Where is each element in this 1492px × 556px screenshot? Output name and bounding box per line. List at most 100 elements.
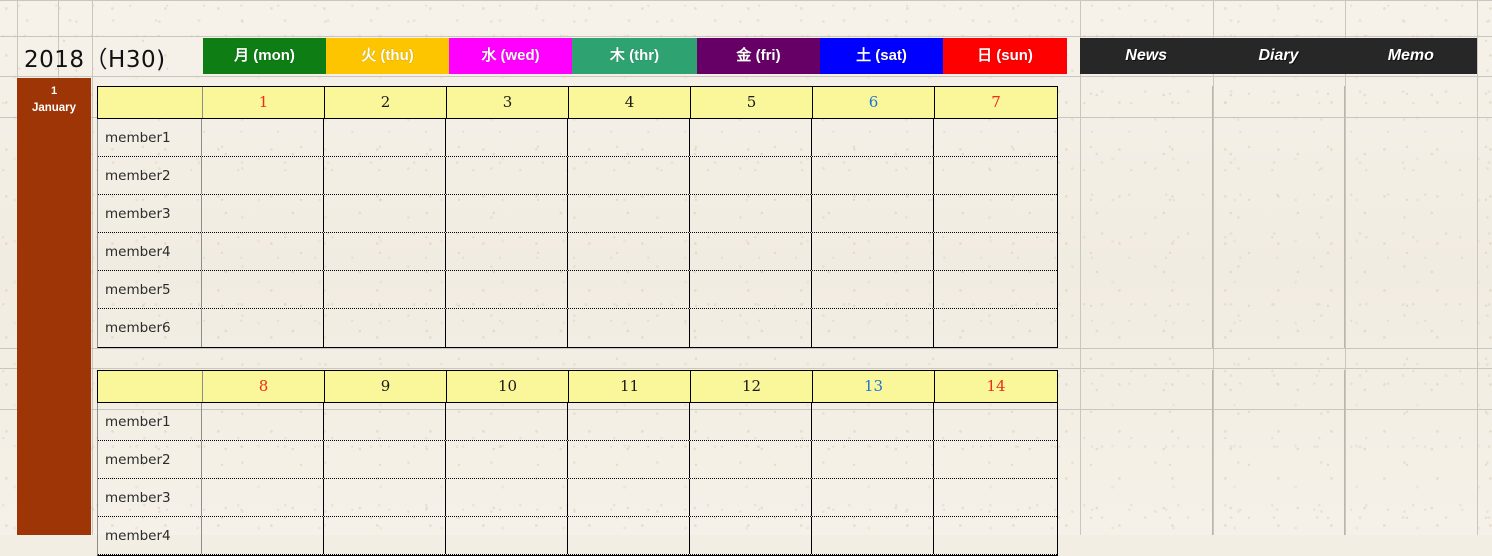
schedule-cell[interactable] — [324, 157, 446, 194]
schedule-cell[interactable] — [934, 479, 1056, 516]
schedule-cell[interactable] — [934, 403, 1056, 440]
schedule-cell[interactable] — [690, 403, 812, 440]
panel-cell-diary[interactable] — [1213, 370, 1346, 535]
schedule-cell[interactable] — [324, 441, 446, 478]
date-cell-2[interactable]: 2 — [325, 87, 447, 118]
schedule-cell[interactable] — [446, 233, 568, 270]
schedule-cell[interactable] — [446, 195, 568, 232]
schedule-cell[interactable] — [690, 233, 812, 270]
schedule-cell[interactable] — [812, 195, 934, 232]
date-cell-11[interactable]: 11 — [569, 371, 691, 402]
schedule-cell[interactable] — [812, 233, 934, 270]
member-row: member5 — [98, 271, 1057, 309]
schedule-cell[interactable] — [202, 119, 324, 156]
member-row: member4 — [98, 517, 1057, 555]
schedule-cell[interactable] — [812, 157, 934, 194]
schedule-cell[interactable] — [812, 403, 934, 440]
schedule-cell[interactable] — [324, 403, 446, 440]
panel-cell-diary[interactable] — [1213, 86, 1346, 348]
schedule-cell[interactable] — [202, 233, 324, 270]
schedule-cell[interactable] — [568, 233, 690, 270]
panel-cell-news[interactable] — [1080, 86, 1213, 348]
schedule-cell[interactable] — [690, 517, 812, 554]
date-cell-3[interactable]: 3 — [447, 87, 569, 118]
schedule-cell[interactable] — [202, 441, 324, 478]
member-name-label: member6 — [98, 309, 202, 347]
schedule-cell[interactable] — [568, 309, 690, 347]
schedule-cell[interactable] — [568, 517, 690, 554]
schedule-cell[interactable] — [934, 157, 1056, 194]
schedule-cell[interactable] — [934, 309, 1056, 347]
schedule-cell[interactable] — [446, 517, 568, 554]
schedule-cell[interactable] — [812, 309, 934, 347]
date-cell-9[interactable]: 9 — [325, 371, 447, 402]
schedule-cell[interactable] — [568, 157, 690, 194]
panel-cell-memo[interactable] — [1345, 370, 1477, 535]
schedule-cell[interactable] — [934, 271, 1056, 308]
schedule-cell[interactable] — [934, 119, 1056, 156]
date-cell-8[interactable]: 8 — [203, 371, 325, 402]
date-cell-4[interactable]: 4 — [569, 87, 691, 118]
schedule-cell[interactable] — [690, 441, 812, 478]
schedule-cell[interactable] — [568, 441, 690, 478]
schedule-cell[interactable] — [324, 517, 446, 554]
schedule-cell[interactable] — [202, 403, 324, 440]
schedule-cell[interactable] — [568, 479, 690, 516]
schedule-cell[interactable] — [446, 309, 568, 347]
panel-header-news[interactable]: News — [1080, 47, 1212, 65]
date-cell-7[interactable]: 7 — [935, 87, 1057, 118]
schedule-cell[interactable] — [446, 271, 568, 308]
schedule-cell[interactable] — [324, 271, 446, 308]
schedule-cell[interactable] — [812, 441, 934, 478]
date-cell-14[interactable]: 14 — [935, 371, 1057, 402]
schedule-cell[interactable] — [324, 119, 446, 156]
schedule-cell[interactable] — [202, 157, 324, 194]
schedule-cell[interactable] — [202, 195, 324, 232]
weekday-header-2: 水 (wed) — [449, 38, 572, 74]
schedule-cell[interactable] — [324, 233, 446, 270]
schedule-cell[interactable] — [690, 309, 812, 347]
schedule-cell[interactable] — [690, 271, 812, 308]
schedule-cell[interactable] — [690, 157, 812, 194]
schedule-cell[interactable] — [934, 233, 1056, 270]
schedule-cell[interactable] — [324, 309, 446, 347]
panel-header-memo[interactable]: Memo — [1345, 47, 1477, 65]
panel-cell-memo[interactable] — [1345, 86, 1477, 348]
schedule-cell[interactable] — [202, 479, 324, 516]
schedule-cell[interactable] — [324, 195, 446, 232]
schedule-cell[interactable] — [934, 441, 1056, 478]
schedule-cell[interactable] — [324, 479, 446, 516]
schedule-cell[interactable] — [446, 441, 568, 478]
schedule-cell[interactable] — [202, 271, 324, 308]
date-cell-6[interactable]: 6 — [813, 87, 935, 118]
schedule-cell[interactable] — [690, 119, 812, 156]
schedule-cell[interactable] — [568, 271, 690, 308]
date-cell-12[interactable]: 12 — [691, 371, 813, 402]
panel-cell-news[interactable] — [1080, 370, 1213, 535]
schedule-cell[interactable] — [202, 309, 324, 347]
schedule-cell[interactable] — [812, 271, 934, 308]
schedule-cell[interactable] — [446, 479, 568, 516]
date-cell-13[interactable]: 13 — [813, 371, 935, 402]
date-cell-10[interactable]: 10 — [447, 371, 569, 402]
schedule-cell[interactable] — [690, 195, 812, 232]
schedule-cell[interactable] — [446, 157, 568, 194]
schedule-cell[interactable] — [568, 119, 690, 156]
schedule-cell[interactable] — [202, 517, 324, 554]
schedule-cell[interactable] — [812, 119, 934, 156]
schedule-cell[interactable] — [568, 403, 690, 440]
schedule-cell[interactable] — [934, 517, 1056, 554]
schedule-cell[interactable] — [934, 195, 1056, 232]
schedule-cell[interactable] — [446, 403, 568, 440]
month-number: 1 — [50, 85, 58, 97]
date-cell-1[interactable]: 1 — [203, 87, 325, 118]
schedule-cell[interactable] — [568, 195, 690, 232]
schedule-cell[interactable] — [690, 479, 812, 516]
panel-header-diary[interactable]: Diary — [1212, 47, 1344, 65]
schedule-cell[interactable] — [812, 479, 934, 516]
schedule-cell[interactable] — [812, 517, 934, 554]
weekday-header-6: 日 (sun) — [943, 38, 1067, 74]
member-row: member1 — [98, 403, 1057, 441]
date-cell-5[interactable]: 5 — [691, 87, 813, 118]
schedule-cell[interactable] — [446, 119, 568, 156]
